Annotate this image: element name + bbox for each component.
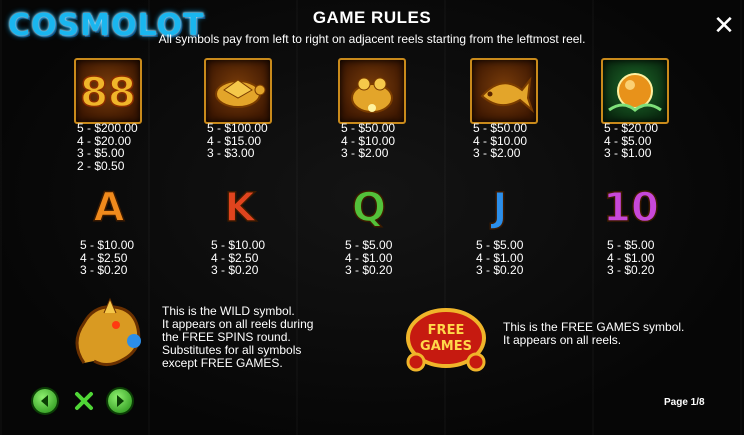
symbol-a: A xyxy=(74,178,144,238)
pay-line: 5 - $100.00 xyxy=(207,121,268,135)
pay-line: 3 - $0.20 xyxy=(476,263,524,277)
golden-dragon-icon xyxy=(64,293,150,373)
pay-line: 2 - $0.50 xyxy=(77,158,125,173)
arrow-left-icon xyxy=(41,395,48,407)
paytable-orb: 5 - $20.00 4 - $5.00 3 - $1.00 xyxy=(604,122,694,160)
paytable-10: 5 - $5.00 4 - $1.00 3 - $0.20 xyxy=(607,239,697,277)
free-games-line: It appears on all reels. xyxy=(503,333,622,347)
paytable-turtle: 5 - $100.00 4 - $15.00 3 - $3.00 xyxy=(207,122,297,160)
pay-line: 5 - $5.00 xyxy=(607,238,655,252)
paytable-koi: 5 - $50.00 4 - $10.00 3 - $2.00 xyxy=(473,122,563,160)
paytable-k: 5 - $10.00 4 - $2.50 3 - $0.20 xyxy=(211,239,301,277)
rules-subtitle: All symbols pay from left to right on ad… xyxy=(158,32,586,46)
pay-line: 5 - $10.00 xyxy=(80,238,135,252)
card-k-icon: K xyxy=(224,184,257,232)
pay-line: 3 - $0.20 xyxy=(80,263,128,277)
paytable-j: 5 - $5.00 4 - $1.00 3 - $0.20 xyxy=(476,239,566,277)
pay-line: 5 - $200.00 xyxy=(77,121,138,135)
card-a-icon: A xyxy=(93,184,125,232)
prev-page-button[interactable] xyxy=(33,389,57,413)
symbol-turtle xyxy=(203,58,273,124)
symbol-toad xyxy=(337,58,407,124)
pay-line: 3 - $0.20 xyxy=(607,263,655,277)
arrow-right-icon xyxy=(117,395,124,407)
pay-line: 5 - $10.00 xyxy=(211,238,266,252)
golden-turtle-icon xyxy=(204,58,272,124)
pay-line: 3 - $1.00 xyxy=(604,146,652,160)
golden-koi-fish-icon xyxy=(470,58,538,124)
symbol-k: K xyxy=(205,178,275,238)
wild-line: except FREE GAMES. xyxy=(162,356,283,370)
page-indicator: Page 1/8 xyxy=(664,397,705,408)
symbol-10: 10 xyxy=(596,178,666,238)
paytable-a: 5 - $10.00 4 - $2.50 3 - $0.20 xyxy=(80,239,170,277)
pay-line: 3 - $2.00 xyxy=(473,146,521,160)
paytable-toad: 5 - $50.00 4 - $10.00 3 - $2.00 xyxy=(341,122,431,160)
free-games-description: This is the FREE GAMES symbol. It appear… xyxy=(503,321,684,347)
pay-line: 5 - $50.00 xyxy=(341,121,396,135)
close-button[interactable]: ✕ xyxy=(710,12,738,40)
paytable-q: 5 - $5.00 4 - $1.00 3 - $0.20 xyxy=(345,239,435,277)
card-j-icon: J xyxy=(492,184,508,232)
free-badge-top: FREE xyxy=(428,323,465,338)
free-games-icon: FREE GAMES xyxy=(402,302,490,374)
symbol-88: 88 xyxy=(73,58,143,124)
close-x-icon xyxy=(75,392,93,410)
pay-line: 5 - $20.00 xyxy=(604,121,659,135)
wild-description: This is the WILD symbol. It appears on a… xyxy=(162,305,313,370)
pay-line: 3 - $0.20 xyxy=(211,263,259,277)
symbol-orb xyxy=(600,58,670,124)
jade-orb-icon xyxy=(601,58,669,124)
pay-line: 3 - $0.20 xyxy=(345,263,393,277)
symbol-j: J xyxy=(465,178,535,238)
free-badge-bottom: GAMES xyxy=(420,339,472,354)
page-title: GAME RULES xyxy=(312,8,432,27)
paytable-88: 5 - $200.00 4 - $20.00 3 - $5.00 2 - $0.… xyxy=(77,122,167,172)
symbol-q: Q xyxy=(334,178,404,238)
pay-line: 5 - $50.00 xyxy=(473,121,528,135)
golden-toad-icon xyxy=(338,58,406,124)
lucky-88-icon: 88 xyxy=(74,58,142,124)
card-10-icon: 10 xyxy=(602,184,659,232)
next-page-button[interactable] xyxy=(108,389,132,413)
pay-line: 5 - $5.00 xyxy=(345,238,393,252)
symbol-koi xyxy=(469,58,539,124)
pay-line: 3 - $3.00 xyxy=(207,146,255,160)
pay-line: 3 - $5.00 xyxy=(77,146,125,160)
svg-text:88: 88 xyxy=(80,70,136,116)
pay-line: 5 - $5.00 xyxy=(476,238,524,252)
card-q-icon: Q xyxy=(351,184,387,232)
pay-line: 3 - $2.00 xyxy=(341,146,389,160)
close-rules-button[interactable] xyxy=(72,389,96,413)
